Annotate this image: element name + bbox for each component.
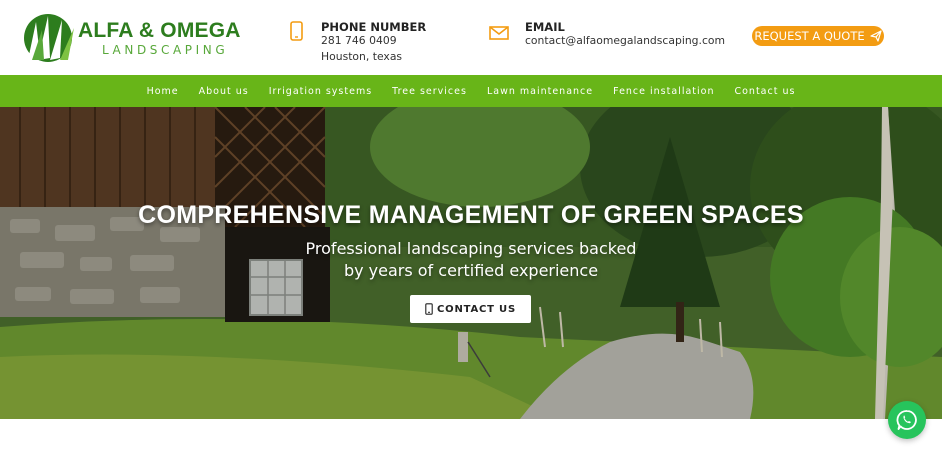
phone-icon [290, 21, 303, 41]
contact-us-button[interactable]: CONTACT US [410, 295, 531, 323]
mobile-icon [425, 303, 433, 315]
request-quote-label: REQUEST A QUOTE [754, 29, 865, 43]
phone-number[interactable]: 281 746 0409 [321, 34, 397, 47]
nav-item-home[interactable]: Home [147, 86, 179, 97]
paper-plane-icon [870, 30, 882, 42]
site-header: ALFA & OMEGA LANDSCAPING PHONE NUMBER 28… [0, 0, 942, 75]
whatsapp-icon [896, 410, 917, 430]
grass-leaf-logo-icon [24, 14, 74, 62]
nav-item-irrigation-systems[interactable]: Irrigation systems [269, 86, 372, 97]
nav-item-fence-installation[interactable]: Fence installation [613, 86, 714, 97]
brand-subtitle: LANDSCAPING [102, 43, 229, 57]
nav-item-contact-us[interactable]: Contact us [734, 86, 795, 97]
email-address[interactable]: contact@alfaomegalandscaping.com [525, 34, 725, 47]
email-info: EMAIL contact@alfaomegalandscaping.com [489, 18, 725, 54]
envelope-icon [489, 26, 509, 40]
email-title: EMAIL [525, 20, 565, 34]
hero-subtitle-line-1: Professional landscaping services backed [305, 239, 637, 258]
nav-item-tree-services[interactable]: Tree services [392, 86, 467, 97]
phone-title: PHONE NUMBER [321, 20, 427, 34]
hero-subtitle-line-2: by years of certified experience [343, 261, 599, 280]
brand-logo[interactable]: ALFA & OMEGA LANDSCAPING [22, 10, 240, 64]
brand-title: ALFA & OMEGA [78, 19, 241, 42]
nav-item-lawn-maintenance[interactable]: Lawn maintenance [487, 86, 593, 97]
phone-location: Houston, texas [321, 50, 403, 63]
hero-title: COMPREHENSIVE MANAGEMENT OF GREEN SPACES [138, 201, 804, 229]
request-quote-button[interactable]: REQUEST A QUOTE [752, 26, 884, 46]
nav-item-about-us[interactable]: About us [199, 86, 249, 97]
main-nav: Home About us Irrigation systems Tree se… [0, 75, 942, 107]
contact-us-label: CONTACT US [437, 303, 516, 315]
hero-section: COMPREHENSIVE MANAGEMENT OF GREEN SPACES… [0, 107, 942, 419]
phone-info: PHONE NUMBER 281 746 0409 Houston, texas [290, 18, 440, 68]
whatsapp-chat-button[interactable] [888, 401, 926, 439]
